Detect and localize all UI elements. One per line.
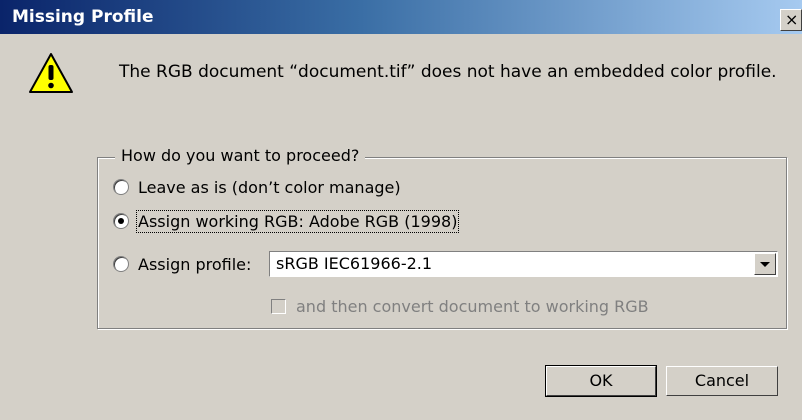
- radio-button-selected[interactable]: [113, 213, 129, 229]
- ok-button[interactable]: OK: [545, 365, 657, 397]
- dialog-message: The RGB document “document.tif” does not…: [119, 62, 777, 82]
- radio-label: Leave as is (don’t color manage): [138, 177, 401, 197]
- radio-label: Assign working RGB: Adobe RGB (1998): [135, 209, 460, 233]
- chevron-down-icon[interactable]: [754, 253, 776, 275]
- radio-label: Assign profile:: [138, 254, 252, 274]
- checkbox-box[interactable]: [271, 298, 286, 314]
- radio-button[interactable]: [113, 179, 129, 195]
- radio-leave-as-is[interactable]: Leave as is (don’t color manage): [113, 176, 401, 198]
- profile-select[interactable]: sRGB IEC61966-2.1: [269, 251, 778, 277]
- radio-button[interactable]: [113, 256, 129, 272]
- window-title: Missing Profile: [12, 7, 154, 27]
- close-button[interactable]: ×: [780, 9, 802, 31]
- profile-select-value: sRGB IEC61966-2.1: [276, 254, 433, 273]
- convert-document-checkbox[interactable]: and then convert document to working RGB: [271, 296, 649, 316]
- checkbox-label: and then convert document to working RGB: [296, 296, 649, 316]
- warning-icon: [29, 53, 73, 93]
- cancel-button[interactable]: Cancel: [666, 366, 778, 396]
- title-bar[interactable]: Missing Profile ×: [0, 0, 802, 34]
- radio-assign-profile[interactable]: Assign profile:: [113, 253, 251, 275]
- radio-assign-working-rgb[interactable]: Assign working RGB: Adobe RGB (1998): [113, 209, 460, 233]
- groupbox-legend: How do you want to proceed?: [115, 146, 366, 165]
